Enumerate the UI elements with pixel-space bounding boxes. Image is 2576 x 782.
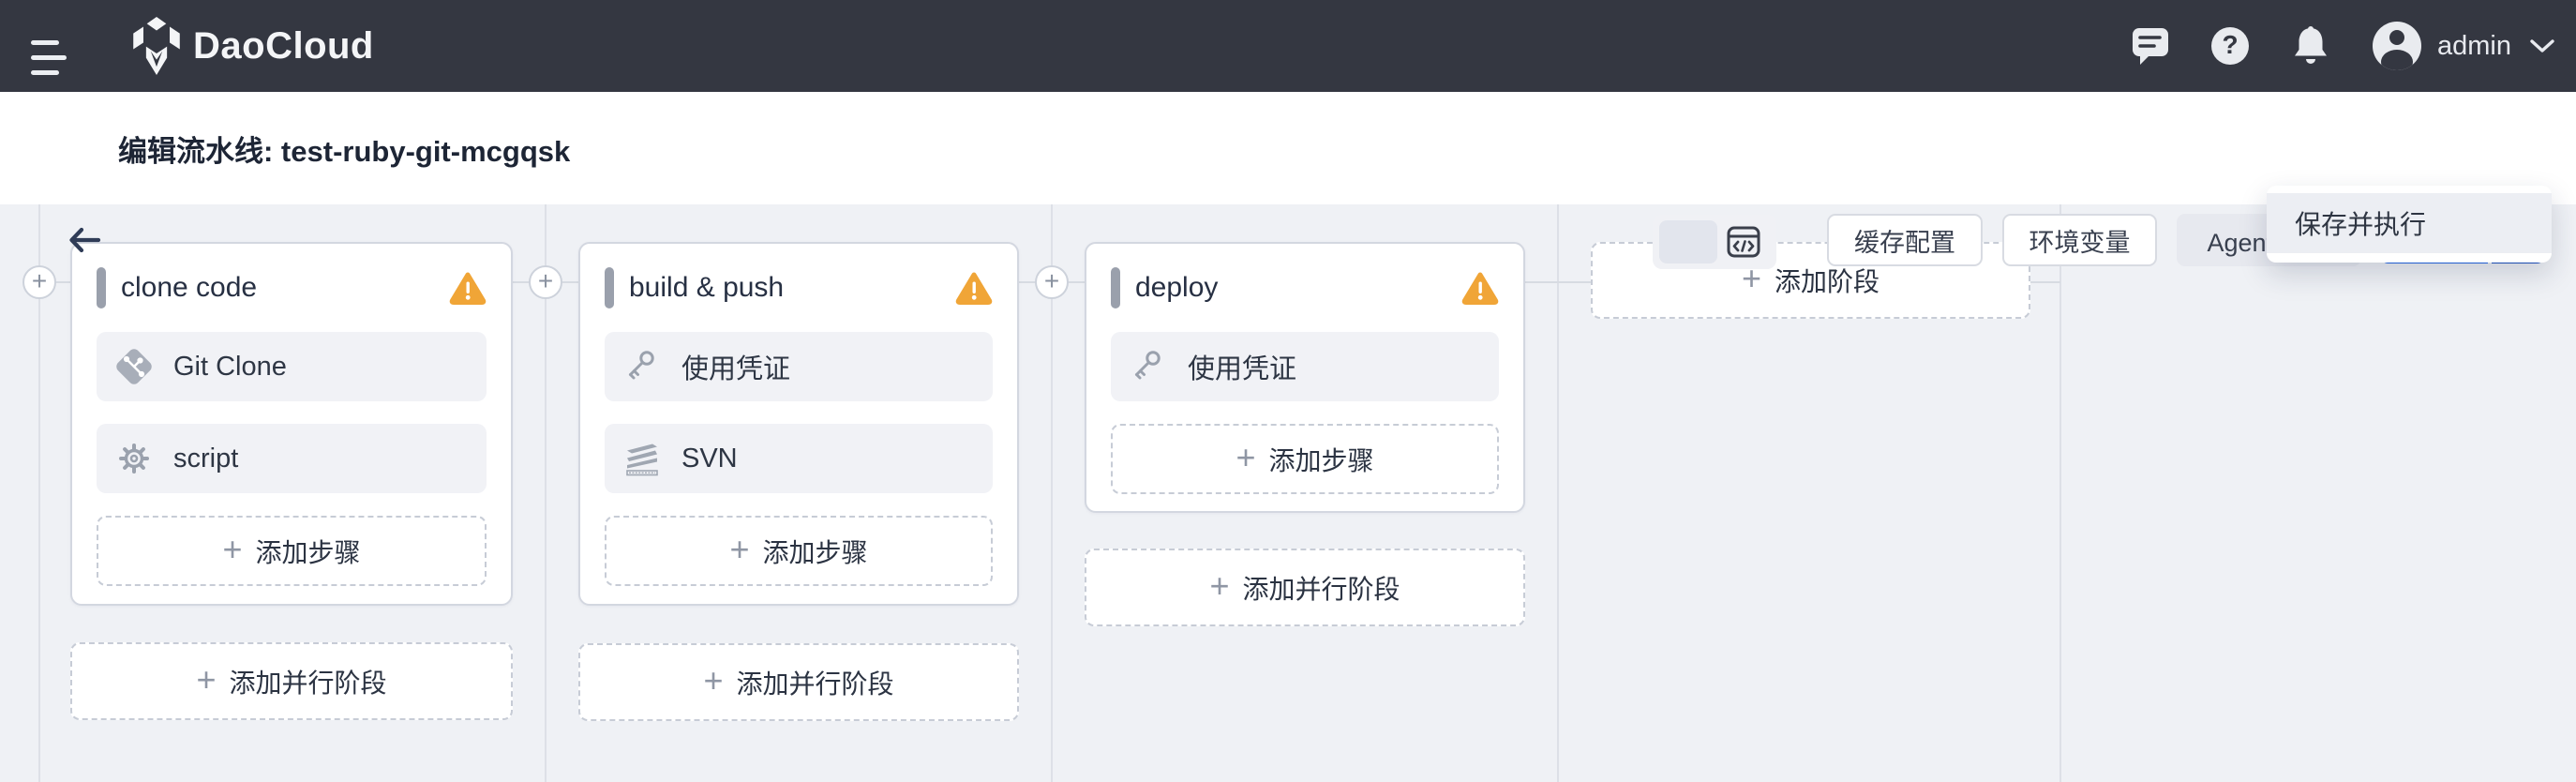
stage-card-clone-code: clone code Git Clone script + 添加步骤 [70,242,513,606]
stage-name[interactable]: deploy [1135,272,1218,304]
svn-icon [622,438,663,479]
stage-drag-handle[interactable] [97,267,106,308]
cache-config-button[interactable]: 缓存配置 [1827,214,1983,266]
step-row-credentials[interactable]: 使用凭证 [605,332,993,401]
step-label: SVN [681,443,738,474]
step-label: 使用凭证 [681,354,791,384]
notifications-bell-icon[interactable] [2289,0,2332,92]
username-label[interactable]: admin [2437,0,2511,92]
add-parallel-stage-button[interactable]: + 添加并行阶段 [1085,549,1525,626]
svg-text:?: ? [2222,30,2238,59]
stage-drag-handle[interactable] [1111,267,1120,308]
menu-icon[interactable] [31,40,68,78]
pipeline-editor-toolbar: 编辑流水线: test-ruby-git-mcgqsk 缓存配置 环境变量 Ag… [0,92,2576,269]
step-row-git-clone[interactable]: Git Clone [97,332,487,401]
page-title: 编辑流水线: test-ruby-git-mcgqsk [118,134,571,168]
daocloud-logo-icon [129,15,184,77]
save-and-run-menu-item[interactable]: 保存并执行 [2267,193,2552,253]
help-icon[interactable]: ? [2209,0,2251,92]
insert-stage-plus-icon[interactable]: + [529,265,562,299]
view-mode-toggle [1653,215,1776,269]
add-parallel-stage-button[interactable]: + 添加并行阶段 [70,642,513,720]
column-divider [2059,204,2061,782]
env-variables-button[interactable]: 环境变量 [2002,214,2157,266]
gear-icon [113,438,155,479]
column-divider [1557,204,1559,782]
plus-icon: + [222,529,243,568]
chat-icon[interactable] [2129,0,2172,92]
step-row-svn[interactable]: SVN [605,424,993,493]
brand-name: DaoCloud [193,24,374,67]
stage-card-deploy: deploy 使用凭证 + 添加步骤 [1085,242,1525,513]
plus-icon: + [703,660,724,699]
plus-icon: + [1209,565,1230,605]
code-view-icon[interactable] [1717,220,1770,263]
plus-icon: + [1236,437,1256,476]
step-row-credentials[interactable]: 使用凭证 [1111,332,1499,401]
key-icon [622,346,663,387]
stage-card-build-push: build & push 使用凭证 SVN + 添加步骤 [578,242,1019,606]
insert-stage-plus-icon[interactable]: + [22,265,56,299]
step-label: Git Clone [173,351,287,382]
warning-icon [449,271,487,305]
add-parallel-stage-button[interactable]: + 添加并行阶段 [578,643,1019,721]
git-icon [113,346,155,387]
add-step-button[interactable]: + 添加步骤 [1111,424,1499,494]
insert-stage-plus-icon[interactable]: + [1035,265,1069,299]
plus-icon: + [729,529,750,568]
user-menu-chevron-down-icon[interactable] [2529,0,2555,92]
save-dropdown-menu: 保存并执行 [2267,186,2552,263]
user-avatar-icon[interactable] [2373,0,2421,92]
step-row-script[interactable]: script [97,424,487,493]
back-arrow-icon[interactable] [66,223,103,257]
top-navigation-bar: DaoCloud ? admin [0,0,2576,92]
step-label: 使用凭证 [1188,354,1297,384]
pipeline-canvas: + + + clone code Git Clone script + 添加步骤… [0,204,2576,782]
add-step-button[interactable]: + 添加步骤 [605,516,993,586]
add-step-button[interactable]: + 添加步骤 [97,516,487,586]
warning-icon [1461,271,1499,305]
stage-drag-handle[interactable] [605,267,614,308]
step-label: script [173,443,239,474]
warning-icon [955,271,993,305]
graphic-view-toggle[interactable] [1659,220,1717,263]
plus-icon: + [196,659,217,699]
stage-name[interactable]: build & push [629,272,784,304]
key-icon [1128,346,1169,387]
stage-name[interactable]: clone code [121,272,257,304]
